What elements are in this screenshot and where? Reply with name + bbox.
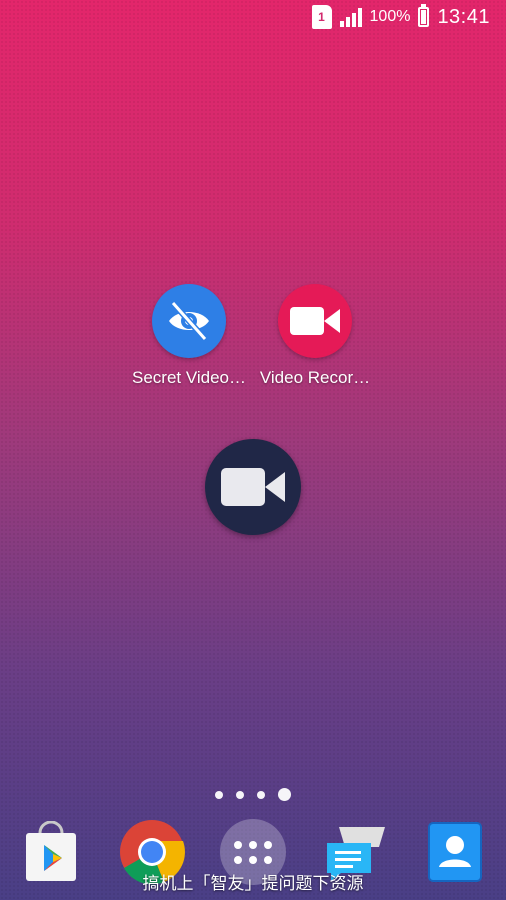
status-bar: 1 100% 13:41: [0, 0, 506, 34]
watermark-text: 搞机上「智友」提问题下资源: [142, 874, 364, 893]
sim-slot-number: 1: [318, 10, 325, 24]
page-dot: [257, 790, 265, 799]
app-video-recorder[interactable]: Video Recor…: [250, 284, 380, 388]
video-camera-icon: [221, 468, 285, 506]
battery-icon: [418, 4, 430, 27]
app-secret-video[interactable]: Secret Video…: [124, 284, 254, 388]
page-dot: [215, 790, 223, 799]
sim-card-icon: 1: [311, 5, 332, 29]
app-label: Video Recor…: [259, 368, 371, 387]
page-dot-active: [278, 788, 291, 801]
clock-time: 13:41: [437, 5, 490, 28]
page-indicator: [0, 788, 506, 801]
app-label: Secret Video…: [131, 368, 247, 387]
video-camera-icon: [278, 284, 352, 358]
page-dot: [236, 790, 244, 799]
floating-record-widget[interactable]: [205, 439, 301, 535]
battery-percent: 100%: [369, 8, 411, 25]
signal-strength-icon: [339, 7, 362, 27]
eye-slash-icon: [152, 284, 226, 358]
